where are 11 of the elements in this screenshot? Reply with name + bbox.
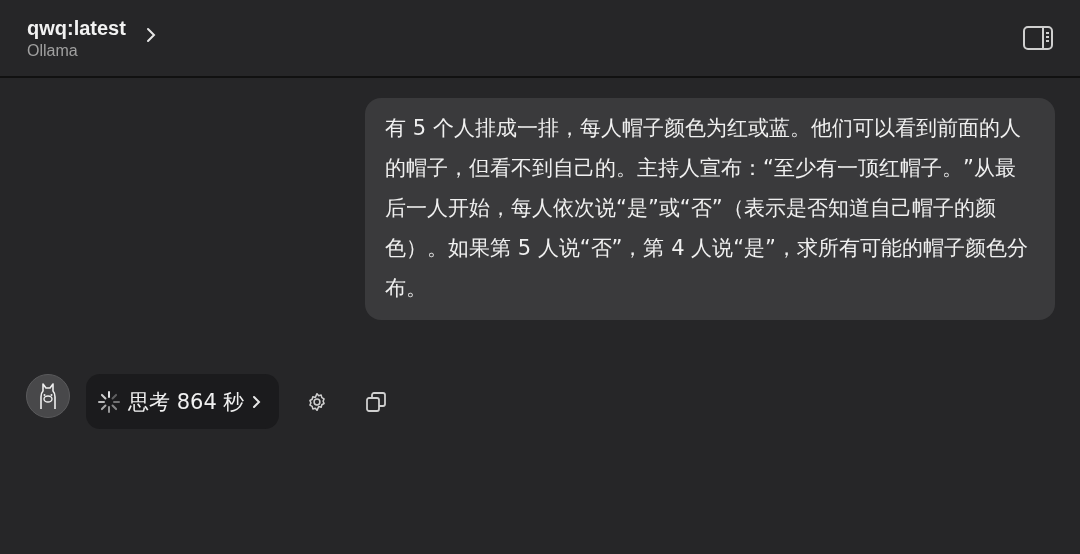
chevron-icon[interactable] <box>145 27 156 43</box>
chevron-icon <box>252 394 262 409</box>
copy-icon[interactable] <box>366 391 387 412</box>
user-message: 有 5 个人排成一排，每人帽子颜色为红或蓝。他们可以看到前面的人的帽子，但看不到自己的。主持人宣布：“至少有一顶红帽子。”从最后一人开始，每人依次说“是”或“否”（表示是否知道自己帽子的颜色）。如果第 5 人说“否”，第 4 人说“是”，求所有可能的帽子颜色分布。 <box>365 98 1055 320</box>
llama-avatar-icon <box>26 373 70 418</box>
spinner-icon <box>98 390 120 413</box>
thinking-button[interactable]: 思考 864 秒 <box>86 374 280 429</box>
model-name[interactable]: qwq:latest <box>27 16 126 40</box>
provider-name: Ollama <box>27 41 79 60</box>
settings-icon[interactable] <box>307 391 328 412</box>
sidebar-toggle-icon[interactable] <box>1023 26 1053 50</box>
